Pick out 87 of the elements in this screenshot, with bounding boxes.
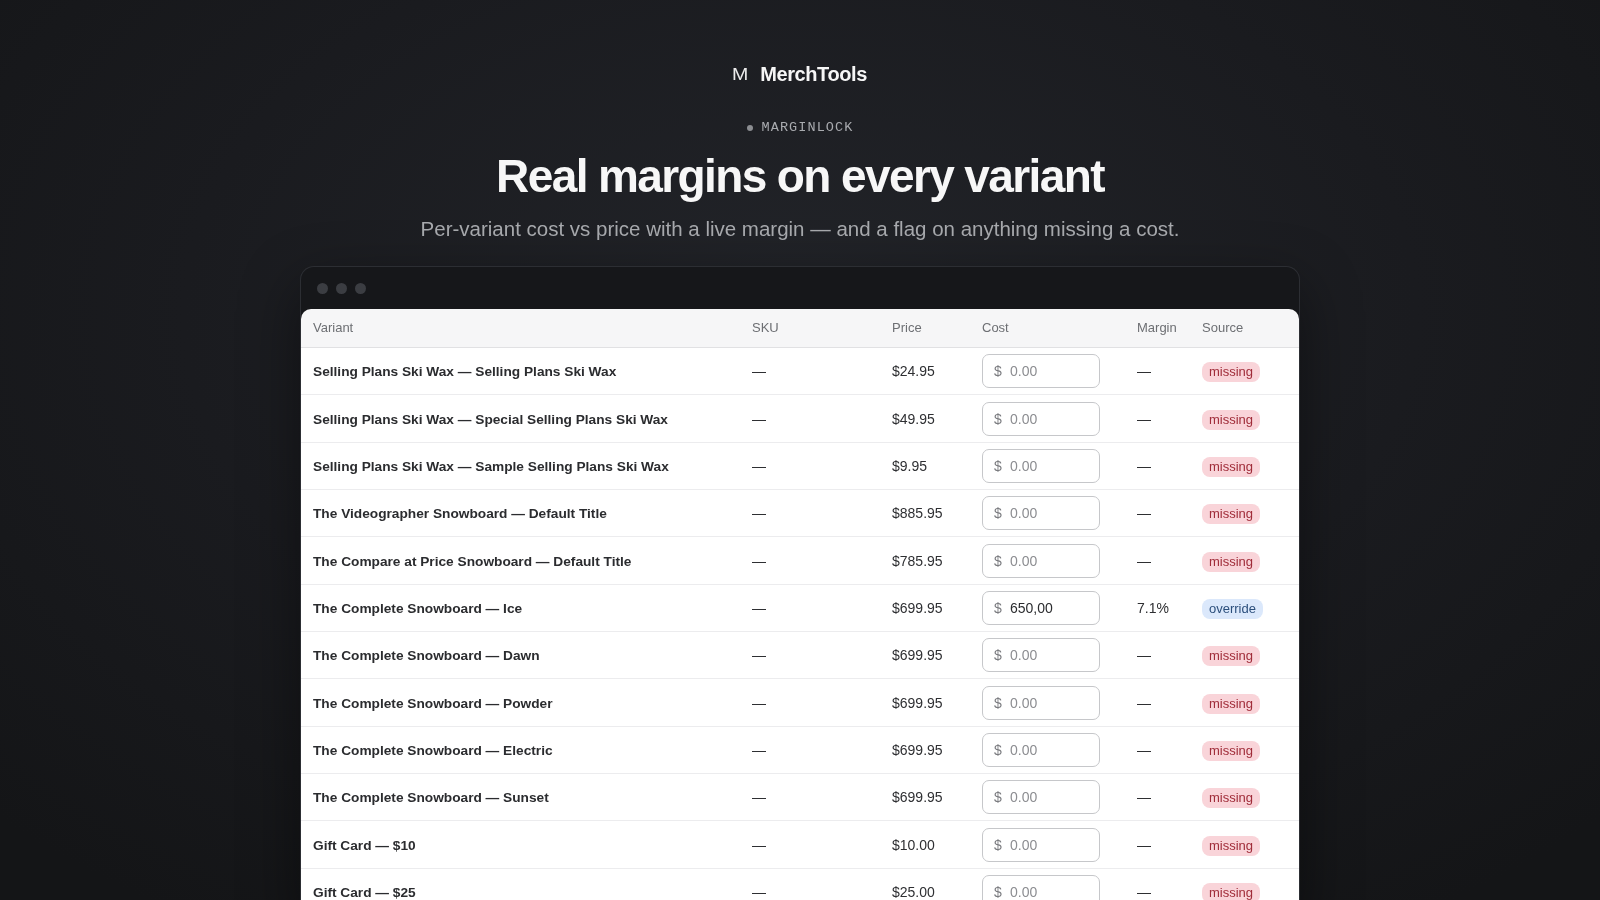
margin-value: — bbox=[1137, 883, 1151, 900]
variant-name: The Complete Snowboard — Powder bbox=[313, 695, 553, 711]
sku-value: — bbox=[752, 410, 766, 427]
column-header: Price bbox=[892, 320, 922, 336]
sku-value: — bbox=[752, 741, 766, 758]
margin-value: — bbox=[1137, 836, 1151, 853]
source-tag: missing bbox=[1202, 646, 1261, 667]
source-tag: missing bbox=[1202, 362, 1261, 383]
source-tag: missing bbox=[1202, 504, 1261, 525]
source-tag: missing bbox=[1202, 882, 1261, 900]
price-value: $699.95 bbox=[892, 789, 943, 806]
currency-prefix: $ bbox=[994, 410, 1002, 427]
window-control-icon bbox=[336, 282, 347, 294]
currency-prefix: $ bbox=[994, 457, 1002, 474]
currency-prefix: $ bbox=[994, 363, 1002, 380]
window-control-icon bbox=[355, 282, 366, 294]
variant-name: Selling Plans Ski Wax — Selling Plans Ski Wax bbox=[313, 364, 617, 380]
currency-prefix: $ bbox=[994, 505, 1002, 522]
margin-value: — bbox=[1137, 741, 1151, 758]
column-header: Variant bbox=[313, 320, 354, 336]
currency-prefix: $ bbox=[994, 883, 1002, 900]
margin-value: 7.1% bbox=[1137, 599, 1169, 616]
price-value: $699.95 bbox=[892, 647, 943, 664]
price-value: $49.95 bbox=[892, 410, 935, 427]
source-tag: missing bbox=[1202, 788, 1261, 809]
variant-name: The Complete Snowboard — Sunset bbox=[313, 790, 549, 806]
page-subtitle: Per-variant cost vs price with a live margin — and a flag on anything missing a cost. bbox=[420, 216, 1180, 242]
price-value: $24.95 bbox=[892, 363, 935, 380]
variant-name: The Complete Snowboard — Ice bbox=[313, 600, 523, 616]
price-value: $25.00 bbox=[892, 883, 935, 900]
sku-value: — bbox=[752, 883, 766, 900]
price-value: $885.95 bbox=[892, 505, 943, 522]
price-value: $10.00 bbox=[892, 836, 935, 853]
column-header: Margin bbox=[1137, 320, 1177, 336]
source-tag: missing bbox=[1202, 456, 1261, 477]
column-header: Cost bbox=[982, 320, 1009, 336]
sku-value: — bbox=[752, 836, 766, 853]
sku-value: — bbox=[752, 599, 766, 616]
source-tag: missing bbox=[1202, 835, 1261, 856]
variant-name: The Complete Snowboard — Electric bbox=[313, 742, 553, 758]
price-value: $785.95 bbox=[892, 552, 943, 569]
currency-prefix: $ bbox=[994, 694, 1002, 711]
margin-value: — bbox=[1137, 363, 1151, 380]
currency-prefix: $ bbox=[994, 599, 1002, 616]
variant-name: Selling Plans Ski Wax — Special Selling Plans Ski Wax bbox=[313, 411, 668, 427]
margin-value: — bbox=[1137, 552, 1151, 569]
variant-name: The Videographer Snowboard — Default Title bbox=[313, 506, 607, 522]
logo-mark: M bbox=[731, 65, 749, 83]
dot-icon bbox=[746, 125, 753, 131]
variant-name: The Compare at Price Snowboard — Default Title bbox=[313, 553, 632, 569]
price-value: $699.95 bbox=[892, 694, 943, 711]
sku-value: — bbox=[752, 647, 766, 664]
price-value: $9.95 bbox=[892, 457, 928, 474]
sku-value: — bbox=[752, 694, 766, 711]
variant-name: Gift Card — $10 bbox=[313, 837, 416, 853]
currency-prefix: $ bbox=[994, 836, 1002, 853]
currency-prefix: $ bbox=[994, 741, 1002, 758]
window-control-icon bbox=[317, 282, 328, 294]
margin-value: — bbox=[1137, 647, 1151, 664]
source-tag: missing bbox=[1202, 693, 1261, 714]
sku-value: — bbox=[752, 789, 766, 806]
source-tag: missing bbox=[1202, 740, 1261, 761]
variant-name: The Complete Snowboard — Dawn bbox=[313, 648, 540, 664]
source-tag: missing bbox=[1202, 409, 1261, 430]
price-value: $699.95 bbox=[892, 741, 943, 758]
sku-value: — bbox=[752, 505, 766, 522]
currency-prefix: $ bbox=[994, 552, 1002, 569]
margin-value: — bbox=[1137, 457, 1151, 474]
currency-prefix: $ bbox=[994, 789, 1002, 806]
sku-value: — bbox=[752, 552, 766, 569]
margin-value: — bbox=[1137, 694, 1151, 711]
column-header: SKU bbox=[752, 320, 779, 336]
source-tag: missing bbox=[1202, 551, 1261, 572]
price-value: $699.95 bbox=[892, 599, 943, 616]
sku-value: — bbox=[752, 457, 766, 474]
column-header: Source bbox=[1202, 320, 1244, 336]
margin-value: — bbox=[1137, 410, 1151, 427]
source-tag: override bbox=[1202, 598, 1263, 619]
page-heading: Real margins on every variant bbox=[496, 151, 1104, 202]
sku-value: — bbox=[752, 363, 766, 380]
eyebrow-label: MARGINLOCK bbox=[761, 120, 854, 136]
margin-value: — bbox=[1137, 789, 1151, 806]
margin-value: — bbox=[1137, 505, 1151, 522]
variant-name: Gift Card — $25 bbox=[313, 884, 416, 900]
brand-name: MerchTools bbox=[760, 64, 867, 84]
currency-prefix: $ bbox=[994, 647, 1002, 664]
variant-name: Selling Plans Ski Wax — Sample Selling Plans Ski Wax bbox=[313, 458, 669, 474]
